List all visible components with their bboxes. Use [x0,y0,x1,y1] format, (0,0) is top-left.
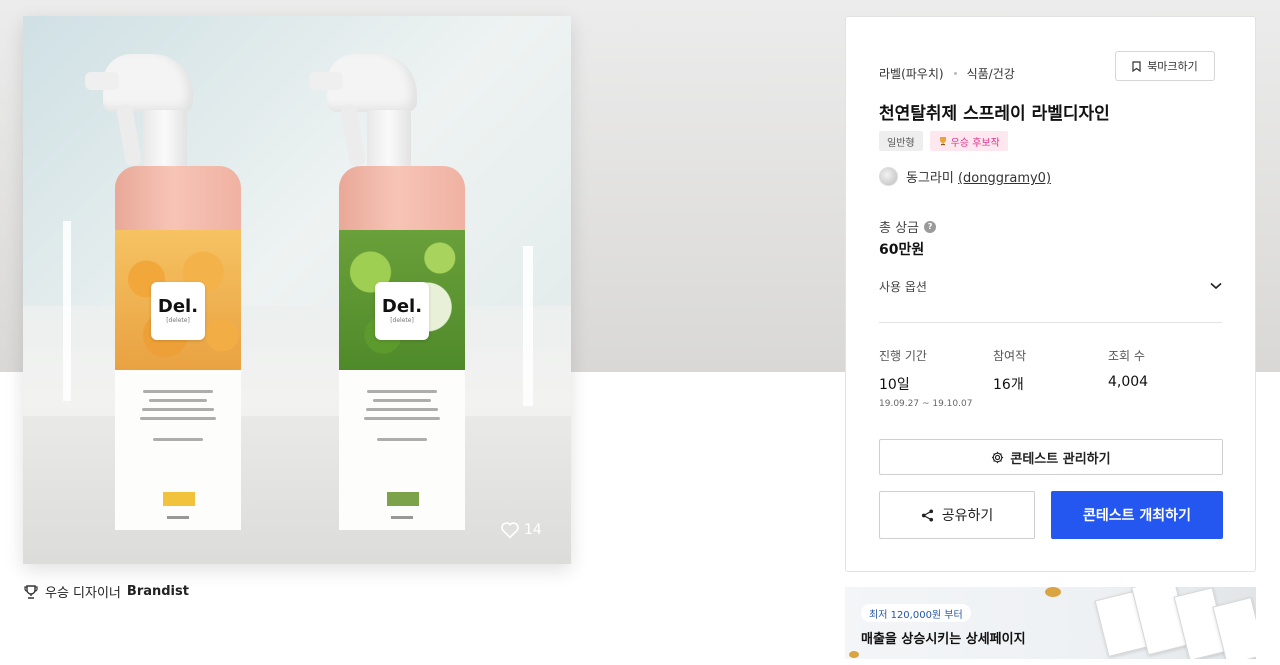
manage-contest-label: 콘테스트 관리하기 [1010,451,1111,467]
spray-handle [115,103,143,167]
divider [879,322,1222,323]
share-icon [921,508,933,522]
volume-text [391,516,413,519]
scent-tag [387,492,419,506]
stat-participants: 참여작 16개 [993,347,1026,394]
share-label: 공유하기 [941,508,994,524]
ad-headline: 매출을 상승시키는 상세페이지 [861,632,1026,647]
brand-logo: Del. [delete] [375,282,429,340]
stat-period-label: 진행 기간 [879,349,927,363]
prize-label-text: 총 상금 [879,221,920,236]
breadcrumb: 라벨(파우치) 식품/건강 [879,65,1015,82]
bookmark-icon [1132,60,1141,72]
ad-price-text: 최저 120,000원 부터 [869,609,963,621]
host-id[interactable]: (donggramy0) [958,171,1051,186]
host-contest-label: 콘테스트 개최하기 [1083,508,1191,524]
image-chair-left [63,221,71,401]
chevron-down-icon [1210,282,1222,290]
like-count: 14 [524,522,542,538]
manage-contest-button[interactable]: 콘테스트 관리하기 [879,439,1223,475]
ad-mockup-pages [1094,587,1256,659]
brand-logo-text: Del. [157,296,199,317]
stat-participants-label: 참여작 [993,349,1027,363]
host-contest-button[interactable]: 콘테스트 개최하기 [1051,491,1223,539]
contest-badges: 일반형 우승 후보작 [879,131,1008,151]
volume-text [167,516,189,519]
candidate-badge: 우승 후보작 [929,131,1008,151]
spray-handle [339,103,367,167]
label-text-lines [351,384,453,441]
ad-coin-decoration [849,651,859,658]
winner-name[interactable]: Brandist [127,584,189,599]
scent-tag [163,492,195,506]
label-text-lines [127,384,229,441]
bottle-mandarin: Del. [delete] [85,54,275,534]
prize-label: 총 상금 ? [879,217,937,236]
winner-label: 우승 디자이너 [45,586,121,601]
contest-info-panel: 라벨(파우치) 식품/건강 북마크하기 천연탈취제 스프레이 라벨디자인 일반형… [845,16,1256,572]
share-button[interactable]: 공유하기 [879,491,1035,539]
type-badge: 일반형 [879,131,923,151]
usage-options-label: 사용 옵션 [879,279,927,294]
stat-period-value: 10일 [879,377,910,393]
host-name: 동그라미 [906,171,954,186]
bookmark-label: 북마크하기 [1147,60,1198,73]
spray-nozzle [309,72,343,90]
stat-participants-value: 16개 [993,377,1024,393]
breadcrumb-separator [953,72,957,75]
brand-logo-text: Del. [381,296,423,317]
bookmark-button[interactable]: 북마크하기 [1115,51,1215,81]
type-badge-label: 일반형 [887,137,915,149]
ad-price-pill: 최저 120,000원 부터 [861,604,971,622]
usage-options-toggle[interactable]: 사용 옵션 [879,275,1222,297]
image-chair-right [523,246,533,406]
prize-value: 60만원 [879,242,925,258]
heart-icon [501,522,519,539]
brand-logo: Del. [delete] [151,282,205,340]
ad-banner[interactable]: 최저 120,000원 부터 매출을 상승시키는 상세페이지 [845,587,1256,659]
trophy-icon [24,584,38,599]
candidate-badge-label: 우승 후보작 [950,137,1000,149]
ad-coin-decoration [1045,587,1061,597]
brand-logo-sub: [delete] [390,317,414,324]
avatar [879,167,898,186]
host-profile[interactable]: 동그라미 (donggramy0) [879,167,1051,186]
stat-period: 진행 기간 10일 19.09.27 ~ 19.10.07 [879,347,972,409]
gear-icon [992,451,1004,463]
winner-designer: 우승 디자이너 Brandist [23,582,189,601]
stat-period-range: 19.09.27 ~ 19.10.07 [879,399,973,409]
contest-title: 천연탈취제 스프레이 라벨디자인 [879,104,1110,124]
like-button[interactable]: 14 [500,521,542,539]
breadcrumb-category[interactable]: 라벨(파우치) [879,65,944,82]
stat-views-value: 4,004 [1108,374,1149,390]
stat-views: 조회 수 4,004 [1108,347,1148,390]
contest-image[interactable]: Del. [delete] Del. [delete] [23,16,571,564]
breadcrumb-subcategory[interactable]: 식품/건강 [967,65,1015,82]
bottle-neck [367,110,411,170]
bottle-bergamot: Del. [delete] [309,54,499,534]
stat-views-label: 조회 수 [1108,349,1145,363]
trophy-icon [939,137,946,146]
help-icon[interactable]: ? [924,220,937,233]
bottle-neck [143,110,187,170]
spray-nozzle [85,72,119,90]
brand-logo-sub: [delete] [166,317,190,324]
